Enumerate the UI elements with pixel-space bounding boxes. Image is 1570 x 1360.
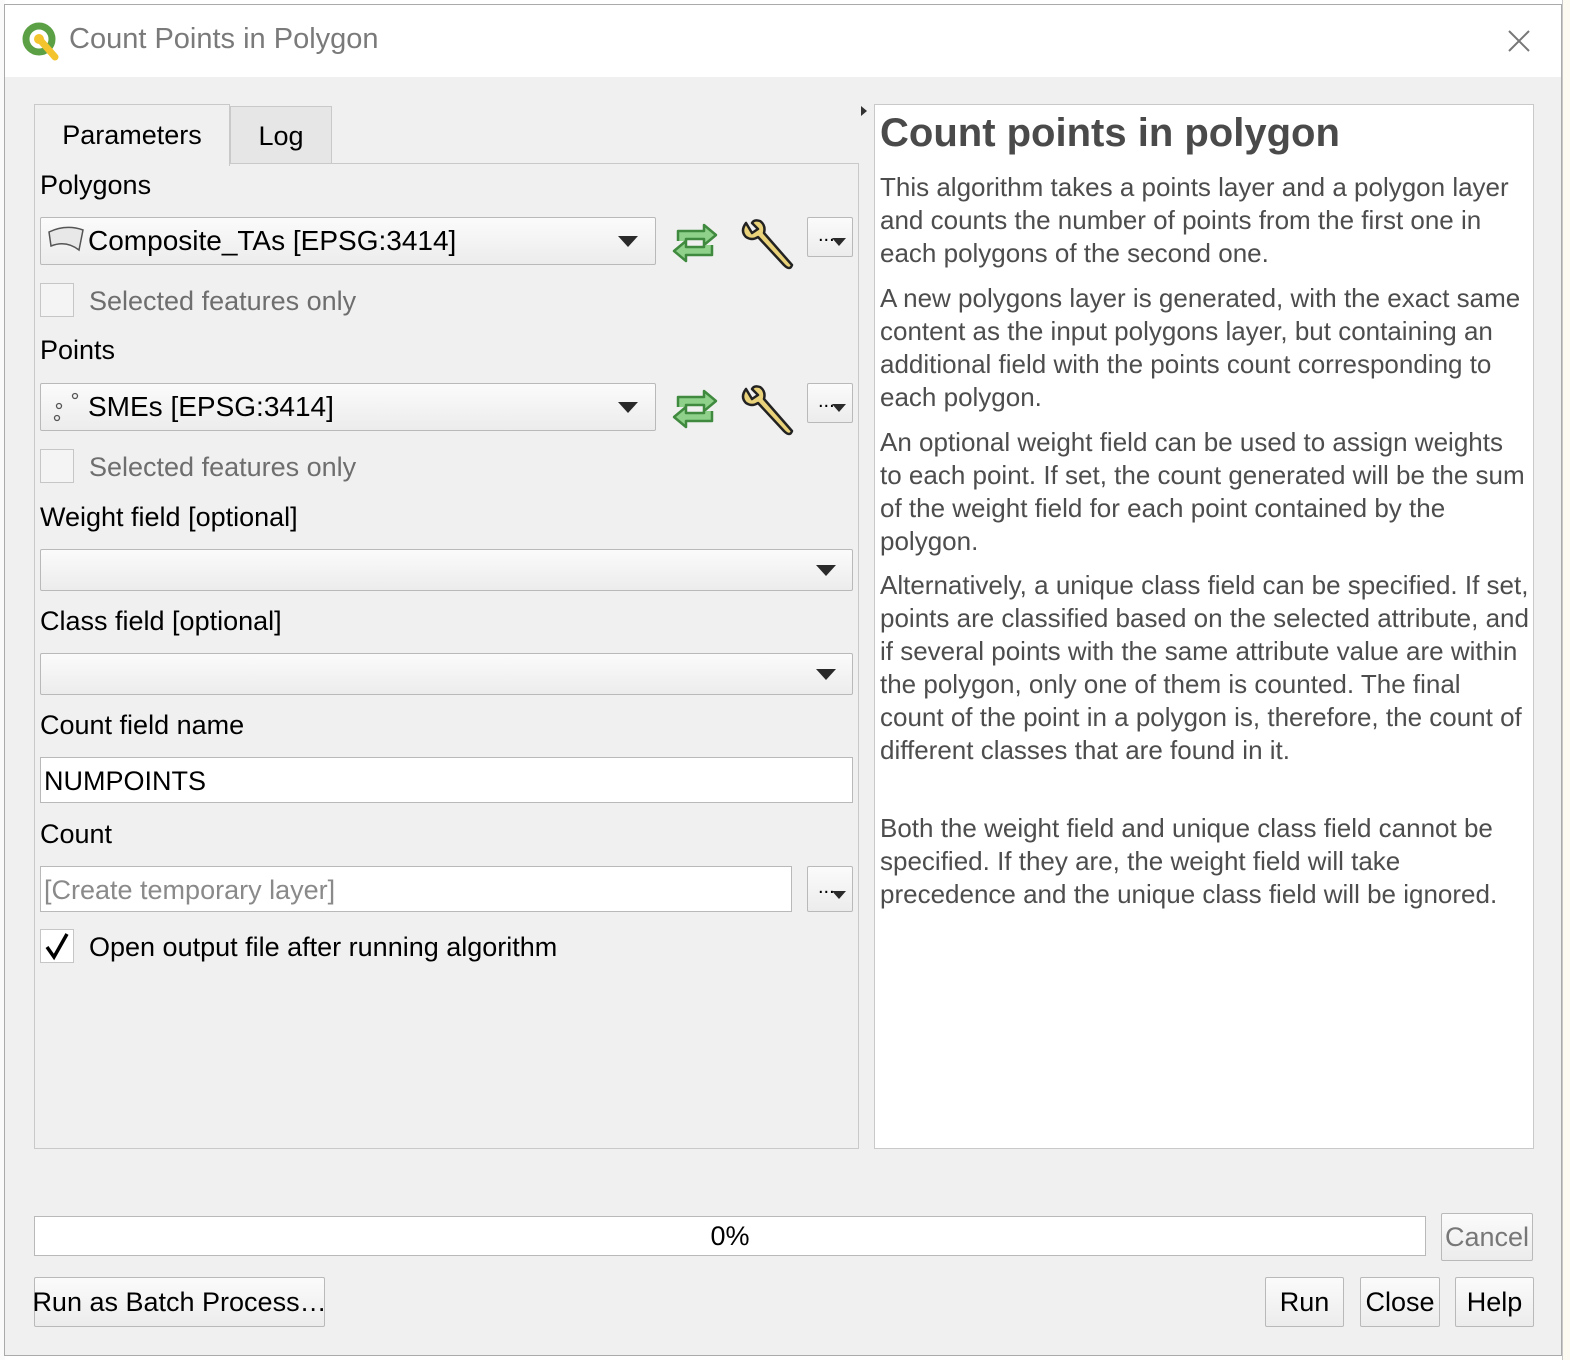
help-paragraph: Alternatively, a unique class field can …: [880, 570, 1529, 765]
polygons-label: Polygons: [40, 170, 152, 200]
window-title: Count Points in Polygon: [69, 23, 379, 55]
checkmark-icon: [45, 933, 69, 961]
advanced-options-icon[interactable]: [738, 383, 796, 439]
iterate-features-icon[interactable]: [668, 387, 722, 431]
points-layer-value: SMEs [EPSG:3414]: [88, 391, 334, 422]
count-field-name-input[interactable]: NUMPOINTS: [40, 757, 853, 803]
tab-parameters[interactable]: Parameters: [34, 104, 230, 166]
help-paragraph: This algorithm takes a points layer and …: [880, 172, 1509, 268]
help-paragraph: An optional weight field can be used to …: [880, 427, 1525, 556]
parameters-panel: Polygons Composite_TAs [EPSG:3414] ... S…: [34, 163, 859, 1149]
points-label: Points: [40, 335, 116, 365]
chevron-down-icon: [832, 891, 846, 899]
points-selected-only-checkbox[interactable]: [40, 449, 74, 483]
cancel-button[interactable]: Cancel: [1441, 1213, 1533, 1261]
polygons-layer-value: Composite_TAs [EPSG:3414]: [88, 225, 457, 256]
help-panel: Count points in polygon This algorithm t…: [874, 104, 1534, 1149]
chevron-down-icon: [816, 565, 836, 576]
polygons-selected-only-checkbox[interactable]: [40, 283, 74, 317]
run-button[interactable]: Run: [1265, 1277, 1344, 1327]
class-field-combo[interactable]: [40, 653, 853, 695]
polygons-layer-combo[interactable]: Composite_TAs [EPSG:3414]: [40, 217, 656, 265]
help-title: Count points in polygon: [880, 111, 1340, 155]
splitter-arrow-icon[interactable]: [861, 106, 867, 116]
count-points-dialog: Count Points in Polygon Parameters Log P…: [4, 4, 1562, 1356]
qgis-logo-icon: [22, 22, 59, 61]
count-field-name-label: Count field name: [40, 710, 245, 740]
open-output-label: Open output file after running algorithm: [89, 932, 558, 962]
count-output-label: Count: [40, 819, 113, 849]
open-output-checkbox[interactable]: [40, 929, 74, 963]
tab-log[interactable]: Log: [230, 106, 332, 166]
points-layer-combo[interactable]: SMEs [EPSG:3414]: [40, 383, 656, 431]
polygon-layer-icon: [48, 226, 84, 252]
class-field-label: Class field [optional]: [40, 606, 282, 636]
point-layer-icon: [53, 392, 79, 422]
progress-text: 0%: [710, 1220, 750, 1251]
weight-field-label: Weight field [optional]: [40, 502, 298, 532]
close-button[interactable]: Close: [1360, 1277, 1440, 1327]
help-paragraph: Both the weight field and unique class f…: [880, 813, 1498, 909]
points-options-button[interactable]: ...: [807, 383, 853, 423]
weight-field-combo[interactable]: [40, 549, 853, 591]
chevron-down-icon: [832, 404, 846, 412]
close-icon[interactable]: [1503, 25, 1535, 57]
count-field-name-value: NUMPOINTS: [44, 766, 206, 796]
background-app-edge-right: [1562, 0, 1570, 1360]
count-output-input[interactable]: [Create temporary layer]: [40, 866, 792, 912]
help-button[interactable]: Help: [1455, 1277, 1534, 1327]
iterate-features-icon[interactable]: [668, 221, 722, 265]
chevron-down-icon: [618, 236, 638, 247]
count-output-placeholder: [Create temporary layer]: [44, 875, 336, 905]
run-as-batch-button[interactable]: Run as Batch Process…: [32, 1277, 327, 1327]
chevron-down-icon: [816, 669, 836, 680]
advanced-options-icon[interactable]: [738, 217, 796, 273]
chevron-down-icon: [832, 238, 846, 246]
count-output-options-button[interactable]: ...: [807, 866, 853, 912]
chevron-down-icon: [618, 402, 638, 413]
title-bar: Count Points in Polygon: [5, 5, 1561, 77]
help-paragraph: A new polygons layer is generated, with …: [880, 283, 1521, 412]
polygons-selected-only-label: Selected features only: [89, 286, 357, 316]
polygons-options-button[interactable]: ...: [807, 217, 853, 257]
progress-bar: 0%: [34, 1216, 1426, 1256]
points-selected-only-label: Selected features only: [89, 452, 357, 482]
